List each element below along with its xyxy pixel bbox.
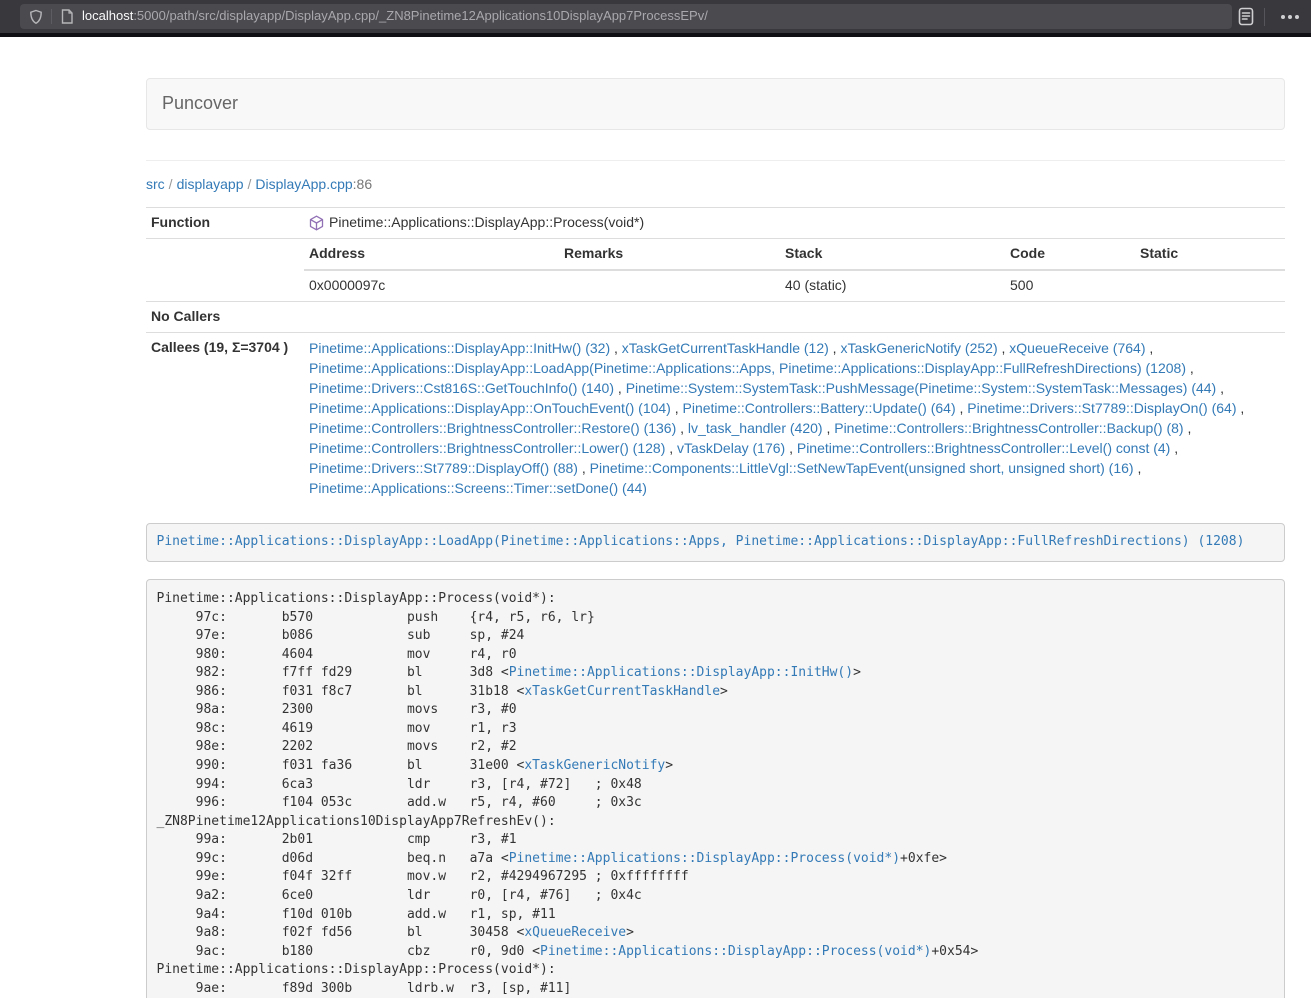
col-header-remarks: Remarks <box>559 239 780 270</box>
callee-link[interactable]: Pinetime::Drivers::St7789::DisplayOn() (… <box>967 400 1236 416</box>
breadcrumb-src-link[interactable]: src <box>146 176 165 192</box>
no-callers-label: No Callers <box>146 301 304 332</box>
toolbar-divider <box>1264 8 1265 26</box>
breadcrumb-separator: / <box>165 176 177 192</box>
function-cube-icon <box>309 215 324 231</box>
browser-toolbar: localhost:5000/path/src/displayapp/Displ… <box>0 0 1311 33</box>
col-header-code: Code <box>1005 239 1135 270</box>
url-path: :5000/path/src/displayapp/DisplayApp.cpp… <box>133 8 708 23</box>
breadcrumb-displayapp-link[interactable]: displayapp <box>177 176 244 192</box>
callee-link[interactable]: Pinetime::Applications::DisplayApp::OnTo… <box>309 400 671 416</box>
callees-list: Pinetime::Applications::DisplayApp::Init… <box>304 332 1285 503</box>
callee-link[interactable]: Pinetime::Controllers::Battery::Update()… <box>683 400 956 416</box>
divider <box>146 160 1285 161</box>
table-row-function: Function Pinetime::Applications::Display… <box>146 207 1285 238</box>
cell-remarks <box>559 270 780 301</box>
table-row-no-callers: No Callers <box>146 301 1285 332</box>
chrome-bottom-edge <box>0 33 1311 37</box>
col-header-static: Static <box>1135 239 1285 270</box>
highlighted-symbol-link[interactable]: Pinetime::Applications::DisplayApp::Load… <box>157 534 1245 549</box>
col-header-address: Address <box>304 239 559 270</box>
asm-symbol-link[interactable]: xTaskGenericNotify <box>524 758 665 773</box>
table-row-callees: Callees (19, Σ=3704 ) Pinetime::Applicat… <box>146 332 1285 503</box>
breadcrumb: src/displayapp/DisplayApp.cpp:86 <box>146 175 1285 195</box>
col-header-stack: Stack <box>780 239 1005 270</box>
highlighted-symbol-box: Pinetime::Applications::DisplayApp::Load… <box>146 523 1285 563</box>
callee-link[interactable]: Pinetime::Controllers::BrightnessControl… <box>797 440 1170 456</box>
shield-icon[interactable] <box>28 9 44 25</box>
url-host: localhost <box>82 8 133 23</box>
callee-link[interactable]: Pinetime::Components::LittleVgl::SetNewT… <box>590 460 1134 476</box>
callee-link[interactable]: Pinetime::Controllers::BrightnessControl… <box>834 420 1183 436</box>
disassembly-listing: Pinetime::Applications::DisplayApp::Proc… <box>146 579 1285 998</box>
callee-link[interactable]: Pinetime::Applications::DisplayApp::Init… <box>309 340 610 356</box>
callees-label: Callees (19, Σ=3704 ) <box>146 332 304 503</box>
url-text[interactable]: localhost:5000/path/src/displayapp/Displ… <box>82 7 708 26</box>
asm-symbol-link[interactable]: xQueueReceive <box>524 925 626 940</box>
callee-link[interactable]: xQueueReceive (764) <box>1009 340 1145 356</box>
metrics-table: Address Remarks Stack Code Static 0x0000… <box>304 239 1285 301</box>
asm-symbol-link[interactable]: Pinetime::Applications::DisplayApp::Proc… <box>509 851 900 866</box>
menu-icon[interactable] <box>1275 9 1305 25</box>
callee-link[interactable]: Pinetime::Controllers::BrightnessControl… <box>309 420 676 436</box>
cell-static <box>1135 270 1285 301</box>
callee-link[interactable]: Pinetime::Controllers::BrightnessControl… <box>309 440 665 456</box>
callee-link[interactable]: xTaskGetCurrentTaskHandle (12) <box>622 340 829 356</box>
urlbar-divider <box>51 9 52 24</box>
callee-link[interactable]: Pinetime::Drivers::St7789::DisplayOff() … <box>309 460 578 476</box>
callee-link[interactable]: lv_task_handler (420) <box>688 420 823 436</box>
page-icon[interactable] <box>60 9 74 24</box>
asm-symbol-link[interactable]: Pinetime::Applications::DisplayApp::Proc… <box>540 944 931 959</box>
url-bar[interactable]: localhost:5000/path/src/displayapp/Displ… <box>20 4 1232 29</box>
brand-link[interactable]: Puncover <box>147 91 253 117</box>
asm-symbol-link[interactable]: xTaskGetCurrentTaskHandle <box>524 684 720 699</box>
callee-link[interactable]: vTaskDelay (176) <box>677 440 785 456</box>
cell-code: 500 <box>1005 270 1135 301</box>
reader-view-icon[interactable] <box>1238 7 1254 26</box>
cell-address: 0x0000097c <box>304 270 559 301</box>
breadcrumb-file-link[interactable]: DisplayApp.cpp <box>255 176 352 192</box>
table-row-metrics: Address Remarks Stack Code Static 0x0000… <box>146 238 1285 301</box>
navbar: Puncover <box>146 78 1285 130</box>
function-table: Function Pinetime::Applications::Display… <box>146 207 1285 503</box>
asm-symbol-link[interactable]: Pinetime::Applications::DisplayApp::Init… <box>509 665 853 680</box>
callee-link[interactable]: Pinetime::System::SystemTask::PushMessag… <box>626 380 1217 396</box>
breadcrumb-separator: / <box>244 176 256 192</box>
cell-stack: 40 (static) <box>780 270 1005 301</box>
callee-link[interactable]: Pinetime::Applications::DisplayApp::Load… <box>309 360 1186 376</box>
callee-link[interactable]: Pinetime::Applications::Screens::Timer::… <box>309 480 647 496</box>
callee-link[interactable]: Pinetime::Drivers::Cst816S::GetTouchInfo… <box>309 380 614 396</box>
callee-link[interactable]: xTaskGenericNotify (252) <box>840 340 997 356</box>
puncover-page: Puncover src/displayapp/DisplayApp.cpp:8… <box>0 78 1311 998</box>
function-label: Function <box>146 207 304 238</box>
table-row: 0x0000097c 40 (static) 500 <box>304 270 1285 301</box>
breadcrumb-line-number: :86 <box>353 176 372 192</box>
function-name: Pinetime::Applications::DisplayApp::Proc… <box>329 213 644 233</box>
